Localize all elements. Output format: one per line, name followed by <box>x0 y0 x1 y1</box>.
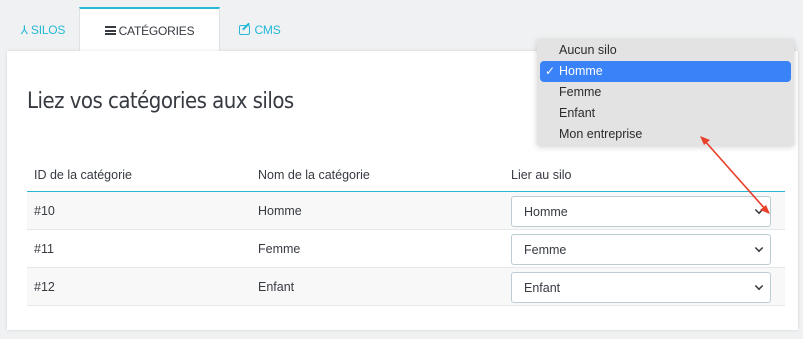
category-id: #12 <box>34 280 55 294</box>
category-name: Femme <box>258 242 301 256</box>
header-link-silo: Lier au silo <box>511 168 572 182</box>
header-category-id: ID de la catégorie <box>34 168 132 182</box>
category-name: Homme <box>258 204 302 218</box>
dropdown-option-homme[interactable]: ✓ Homme <box>540 61 791 82</box>
chevron-down-icon <box>754 205 764 215</box>
silo-icon: ⅄ <box>20 22 28 37</box>
dropdown-option-femme[interactable]: Femme <box>537 82 794 103</box>
silo-select[interactable]: Homme <box>511 196 771 227</box>
categories-table: ID de la catégorie Nom de la catégorie L… <box>27 157 785 306</box>
category-id: #10 <box>34 204 55 218</box>
silo-select-value: Enfant <box>524 281 561 295</box>
table-body: #10 Homme Homme #11 Femme Femme #12 Enfa… <box>27 192 785 306</box>
header-category-name: Nom de la catégorie <box>258 168 370 182</box>
dropdown-option-enfant[interactable]: Enfant <box>537 103 794 124</box>
list-icon <box>104 26 116 35</box>
silo-select[interactable]: Enfant <box>511 272 771 303</box>
option-label: Aucun silo <box>559 43 617 57</box>
table-row: #12 Enfant Enfant <box>27 268 785 306</box>
category-id: #11 <box>34 242 54 256</box>
tab-cms-label: CMS <box>254 22 281 37</box>
dropdown-option-aucun-silo[interactable]: Aucun silo <box>537 40 794 61</box>
tab-silos[interactable]: ⅄ SILOS <box>8 8 78 51</box>
table-row: #11 Femme Femme <box>27 230 785 268</box>
option-label: Mon entreprise <box>559 127 643 141</box>
tab-categories-label: CATÉGORIES <box>118 23 195 38</box>
page-title: Liez vos catégories aux silos <box>27 89 294 114</box>
chevron-down-icon <box>754 243 764 253</box>
silo-select[interactable]: Femme <box>511 234 771 265</box>
category-name: Enfant <box>258 280 295 294</box>
tab-cms[interactable]: CMS <box>225 8 295 51</box>
dropdown-option-mon-entreprise[interactable]: Mon entreprise <box>537 124 794 145</box>
silo-select-value: Femme <box>524 243 567 257</box>
table-row: #10 Homme Homme <box>27 192 785 230</box>
option-label: Enfant <box>559 106 596 120</box>
checkmark-icon: ✓ <box>545 64 556 78</box>
tab-categories[interactable]: CATÉGORIES <box>79 7 220 52</box>
edit-icon <box>239 24 251 35</box>
tab-silos-label: SILOS <box>30 22 66 37</box>
option-label: Femme <box>559 85 602 99</box>
table-header: ID de la catégorie Nom de la catégorie L… <box>27 157 785 192</box>
option-label: Homme <box>559 64 603 78</box>
chevron-down-icon <box>754 281 764 291</box>
silo-dropdown-menu: Aucun silo ✓ Homme Femme Enfant Mon entr… <box>537 39 794 145</box>
silo-select-value: Homme <box>524 205 568 219</box>
